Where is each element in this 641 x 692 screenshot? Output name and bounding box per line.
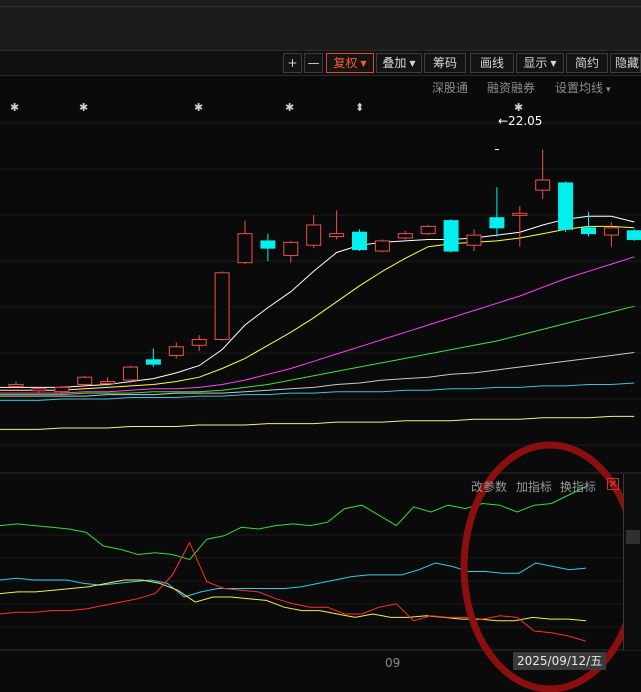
- up-candle: [214, 272, 230, 340]
- up-candle: [329, 233, 345, 238]
- down-candle: [558, 182, 574, 230]
- annotation-markers: ✱ ✱ ✱ ✱ ⬍ ✱: [10, 101, 523, 114]
- up-candle: [283, 241, 299, 256]
- up-candle: [168, 346, 184, 356]
- star-marker: ✱: [79, 101, 88, 114]
- close-icon: ✕: [608, 479, 618, 490]
- ma60-line: [0, 352, 635, 397]
- ma250-line: [0, 415, 635, 430]
- up-candle: [191, 339, 207, 346]
- up-candle: [8, 383, 24, 387]
- down-candle: [352, 231, 367, 251]
- ind_yellow-line: [0, 579, 587, 622]
- star-marker: ✱: [194, 101, 203, 114]
- close-indicator-button[interactable]: ✕: [607, 478, 619, 490]
- up-candle: [466, 234, 482, 246]
- up-candle: [397, 233, 413, 239]
- indicator-lines: [0, 486, 587, 642]
- up-candle: [100, 381, 116, 385]
- switch-indicator-link[interactable]: 换指标: [560, 478, 596, 495]
- change-params-link[interactable]: 改参数: [471, 478, 507, 495]
- star-marker: ✱: [514, 101, 523, 114]
- up-candle: [535, 179, 551, 191]
- max-price-label: ←22.05: [498, 114, 543, 128]
- moving-average-lines: [0, 215, 635, 430]
- down-candle: [581, 227, 596, 235]
- ma30-line: [0, 305, 635, 396]
- up-candle: [31, 388, 47, 392]
- up-candle: [420, 225, 436, 235]
- up-candle: [123, 366, 138, 381]
- ma20-line: [0, 256, 635, 394]
- down-candle: [626, 230, 641, 240]
- up-candle: [306, 224, 322, 246]
- ind_cyan-line: [0, 562, 587, 598]
- star-marker: ✱: [285, 101, 294, 114]
- up-candle: [374, 240, 390, 252]
- ma10-line: [0, 225, 635, 391]
- up-candle: [77, 376, 93, 385]
- arrow-marker: ⬍: [355, 101, 364, 114]
- x-axis-month-label: 09: [385, 656, 401, 670]
- up-candle: [54, 386, 70, 393]
- cursor-date-label: 2025/09/12/五: [513, 652, 607, 670]
- up-candle: [603, 227, 619, 236]
- down-candle: [443, 220, 459, 252]
- up-candle: [237, 233, 253, 264]
- down-candle: [145, 359, 161, 365]
- chart-canvas[interactable]: ✱ ✱ ✱ ✱ ⬍ ✱: [0, 0, 641, 692]
- star-marker: ✱: [10, 101, 19, 114]
- down-candle: [260, 240, 276, 249]
- ind_red-line: [0, 541, 587, 642]
- scrollbar-thumb[interactable]: [626, 530, 640, 544]
- add-indicator-link[interactable]: 加指标: [516, 478, 552, 495]
- down-candle: [489, 217, 505, 229]
- ind_green-line: [0, 486, 587, 561]
- indicator-scrollbar[interactable]: [623, 474, 641, 650]
- up-candle: [512, 212, 528, 216]
